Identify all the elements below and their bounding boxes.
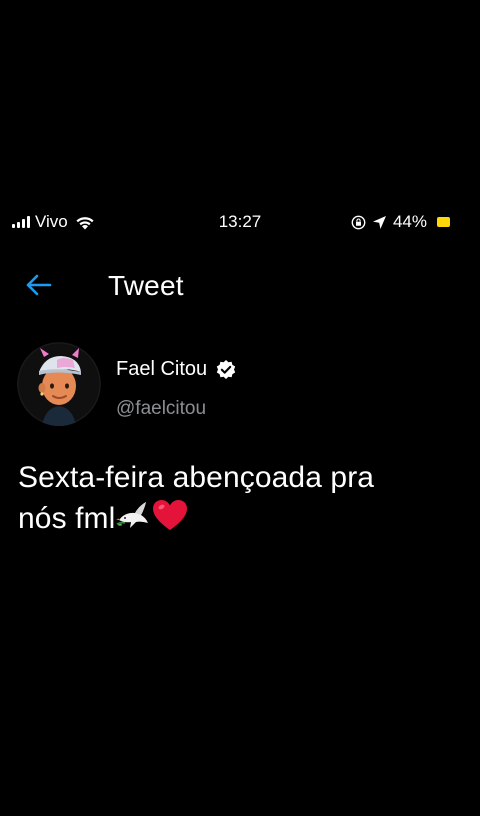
battery-icon xyxy=(437,217,450,227)
back-arrow-icon xyxy=(26,274,52,296)
tweet-text: Sexta-feira abençoada pra nós fml xyxy=(18,458,458,539)
avatar-memoji-icon xyxy=(17,342,101,426)
avatar[interactable] xyxy=(17,342,101,426)
location-arrow-icon xyxy=(372,215,386,229)
author-display-name-row: Fael Citou xyxy=(116,358,237,381)
tweet-author: Fael Citou @faelcitou xyxy=(17,342,457,432)
status-right: 44% xyxy=(351,212,450,232)
tweet-text-line-1: Sexta-feira abençoada pra xyxy=(18,461,375,494)
tweet-header: Tweet xyxy=(0,262,480,310)
author-handle[interactable]: @faelcitou xyxy=(116,398,206,420)
tweet-text-line-2-row: nós fml xyxy=(18,498,458,539)
status-bar: Vivo 13:27 44% xyxy=(0,208,480,238)
page-title: Tweet xyxy=(108,270,184,301)
battery-percentage: 44% xyxy=(392,212,427,231)
red-heart-icon xyxy=(153,500,188,530)
dove-icon xyxy=(116,502,149,528)
back-button[interactable] xyxy=(24,270,54,300)
tweet-text-line-2: nós fml xyxy=(18,502,116,535)
orientation-lock-icon xyxy=(351,215,366,229)
author-display-name[interactable]: Fael Citou xyxy=(116,358,207,381)
verified-badge-icon xyxy=(216,359,236,379)
